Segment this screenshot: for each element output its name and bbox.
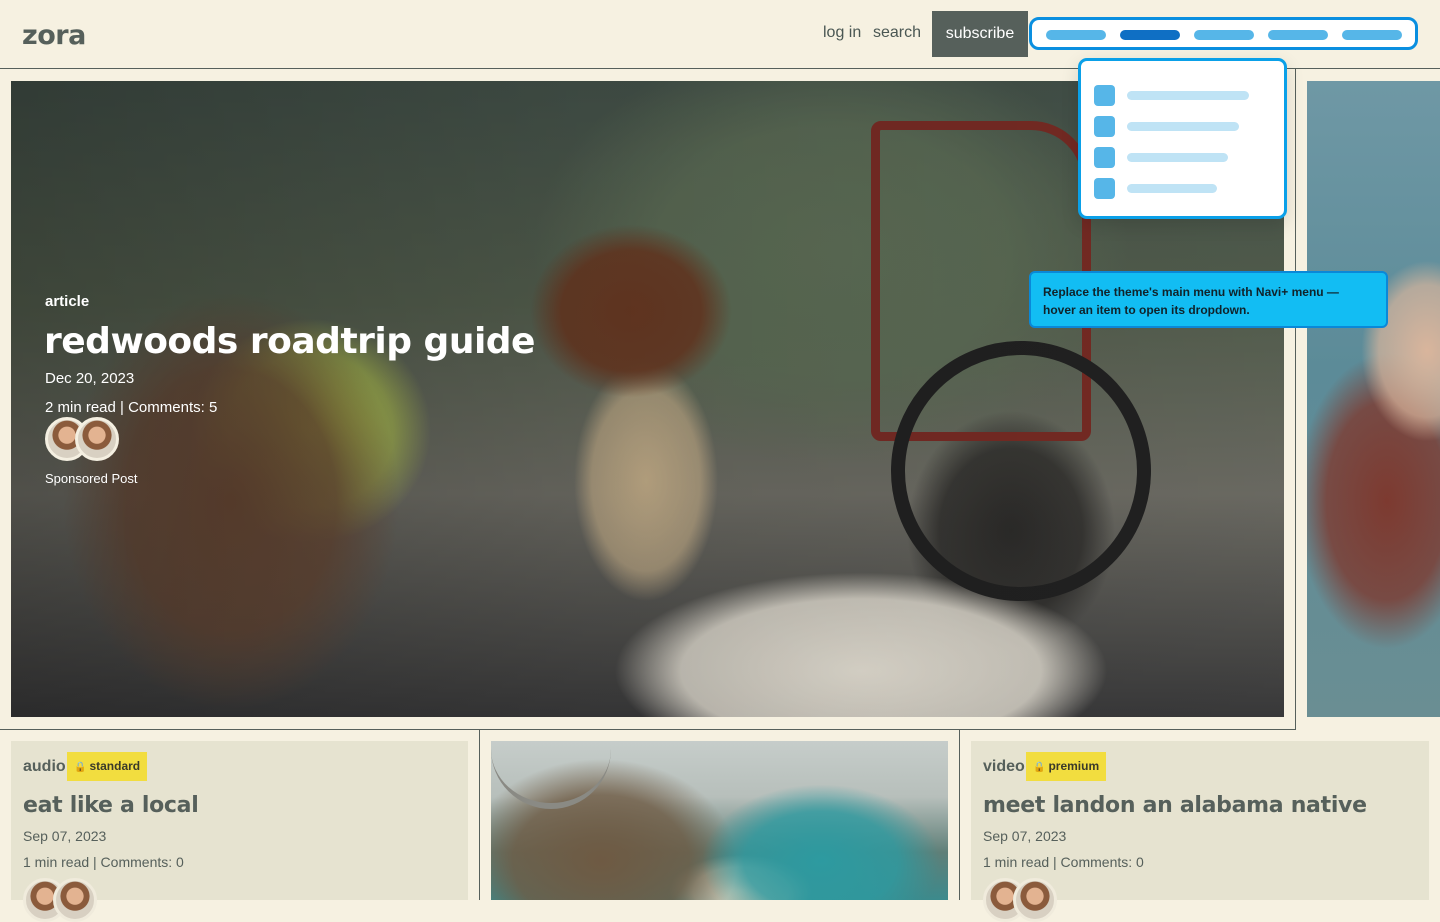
post-card[interactable]: audio 🔒 standard eat like a local Sep 07,… xyxy=(11,741,468,922)
column-divider xyxy=(959,730,960,900)
navi-menu-item-4[interactable] xyxy=(1268,30,1328,40)
site-logo[interactable]: zora xyxy=(22,20,86,51)
navi-plus-hint-tooltip: Replace the theme's main menu with Navi+… xyxy=(1029,271,1388,328)
post-author-avatars xyxy=(983,878,1057,922)
post-category[interactable]: video xyxy=(983,758,1025,776)
hero-meta: 2 min read | Comments: 5 xyxy=(45,399,218,416)
post-date: Sep 07, 2023 xyxy=(983,828,1067,844)
post-title[interactable]: eat like a local xyxy=(23,793,199,818)
navi-plus-dropdown xyxy=(1078,58,1287,219)
navi-menu-item-3[interactable] xyxy=(1194,30,1254,40)
dropdown-item-icon xyxy=(1094,85,1115,106)
post-category[interactable]: audio xyxy=(23,758,66,776)
navi-menu-item-5[interactable] xyxy=(1342,30,1402,40)
post-author-avatars xyxy=(23,878,97,922)
author-avatar[interactable] xyxy=(75,417,119,461)
next-slide-image[interactable] xyxy=(1307,81,1440,717)
hero-category[interactable]: article xyxy=(45,293,89,310)
lock-icon: 🔒 xyxy=(1033,762,1046,773)
search-link[interactable]: search xyxy=(873,24,921,42)
dropdown-item-icon xyxy=(1094,116,1115,137)
author-avatar[interactable] xyxy=(53,878,97,922)
post-card-image[interactable] xyxy=(491,741,948,900)
tier-badge: 🔒 premium xyxy=(1026,752,1107,781)
dropdown-item-label xyxy=(1127,122,1239,131)
post-card[interactable]: video 🔒 premium meet landon an alabama na… xyxy=(971,741,1429,922)
lock-icon: 🔒 xyxy=(74,762,87,773)
post-image-bridge xyxy=(491,749,611,809)
dropdown-item-label xyxy=(1127,153,1228,162)
sponsored-label: Sponsored Post xyxy=(45,471,138,486)
column-divider xyxy=(479,730,480,900)
tier-badge-label: standard xyxy=(89,759,141,773)
dropdown-item-icon xyxy=(1094,147,1115,168)
post-date: Sep 07, 2023 xyxy=(23,828,107,844)
subscribe-button[interactable]: subscribe xyxy=(932,11,1028,57)
post-meta: 1 min read | Comments: 0 xyxy=(983,854,1144,870)
tier-badge-label: premium xyxy=(1048,759,1100,773)
post-title[interactable]: meet landon an alabama native xyxy=(983,793,1367,818)
author-avatar[interactable] xyxy=(1013,878,1057,922)
dropdown-item-label xyxy=(1127,91,1249,100)
hero-date: Dec 20, 2023 xyxy=(45,370,135,387)
navi-menu-item-1[interactable] xyxy=(1046,30,1106,40)
navi-menu-item-2[interactable] xyxy=(1120,30,1180,40)
navi-plus-menu-bar xyxy=(1029,17,1418,50)
dropdown-item-icon xyxy=(1094,178,1115,199)
tier-badge: 🔒 standard xyxy=(67,752,148,781)
hero-author-avatars xyxy=(45,417,119,461)
hero-title[interactable]: redwoods roadtrip guide xyxy=(44,321,535,362)
post-meta: 1 min read | Comments: 0 xyxy=(23,854,184,870)
login-link[interactable]: log in xyxy=(823,24,861,42)
dropdown-item-label xyxy=(1127,184,1217,193)
